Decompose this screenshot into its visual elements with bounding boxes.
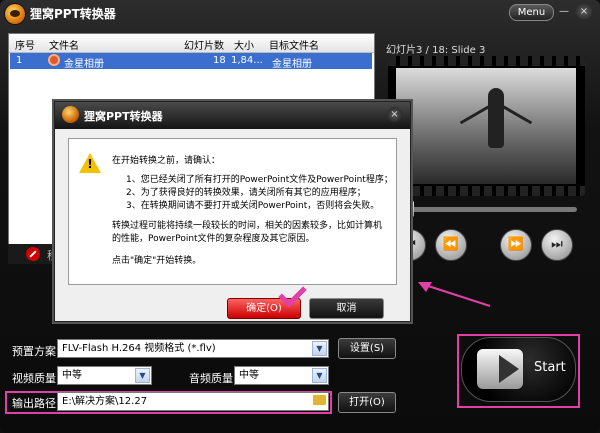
window-title: 狸窝PPT转换器 xyxy=(30,7,116,21)
warning-mark: ! xyxy=(87,157,93,171)
start-button[interactable]: Start xyxy=(461,337,576,402)
video-quality-select[interactable]: 中等 ▼ xyxy=(57,366,152,385)
last-slide-button[interactable]: ⏭ xyxy=(541,229,573,261)
start-label: Start xyxy=(534,360,566,375)
audio-quality-select[interactable]: 中等 ▼ xyxy=(234,366,329,385)
column-header-size[interactable]: 大小 xyxy=(234,37,254,52)
video-quality-value: 中等 xyxy=(62,370,82,381)
minimize-icon[interactable]: — xyxy=(556,4,572,19)
row-filename: 金星相册 xyxy=(64,59,104,70)
audio-quality-value: 中等 xyxy=(239,370,259,381)
previous-slide-button[interactable]: ⏪ xyxy=(435,229,467,261)
video-quality-label: 视频质量: xyxy=(12,372,60,385)
message-line: 2、为了获得良好的转换效果，请关闭所有其它的应用程序； xyxy=(126,188,366,198)
column-header-target[interactable]: 目标文件名 xyxy=(269,37,319,52)
row-target: 金星相册 xyxy=(272,59,312,70)
slide-image xyxy=(396,68,576,184)
menu-button[interactable]: Menu xyxy=(509,4,554,21)
ppt-file-icon xyxy=(48,54,60,66)
cancel-button[interactable]: 取消 xyxy=(309,298,384,319)
delete-icon[interactable] xyxy=(26,247,40,261)
title-bar: 狸窝PPT转换器 Menu — × xyxy=(0,0,600,28)
settings-button[interactable]: 设置(S) xyxy=(338,338,396,359)
folder-icon[interactable] xyxy=(313,395,326,405)
app-logo-icon xyxy=(62,106,79,123)
chevron-down-icon[interactable]: ▼ xyxy=(312,368,327,383)
open-folder-button[interactable]: 打开(O) xyxy=(338,392,396,413)
close-icon[interactable]: × xyxy=(387,107,402,122)
chevron-down-icon[interactable]: ▼ xyxy=(312,341,327,356)
message-line: 3、在转换期间请不要打开或关闭PowerPoint，否则将会失败。 xyxy=(126,201,380,211)
message-line: 点击"确定"开始转换。 xyxy=(112,256,202,266)
message-line: 在开始转换之前，请确认： xyxy=(112,156,221,166)
dialog-title-bar: 狸窝PPT转换器 × xyxy=(55,102,410,129)
table-row[interactable]: 1 金星相册 18 1,84... 金星相册 xyxy=(10,53,372,70)
dialog-title: 狸窝PPT转换器 xyxy=(84,110,163,123)
preset-value: FLV-Flash H.264 视频格式 (*.flv) xyxy=(62,343,216,354)
film-strip xyxy=(388,186,585,196)
message-line: 的性能，PowerPoint文件的复杂程度及其它原因。 xyxy=(112,234,315,244)
column-header-slides[interactable]: 幻灯片数 xyxy=(184,37,224,52)
row-size: 1,84... xyxy=(231,55,263,66)
output-path-value: E:\解决方案\12.27 xyxy=(62,396,148,407)
audio-quality-label: 音频质量: xyxy=(189,372,237,385)
preview-title: 幻灯片3 / 18: Slide 3 xyxy=(386,45,486,56)
output-path-field[interactable]: E:\解决方案\12.27 xyxy=(57,392,329,411)
annotation-arrow xyxy=(418,282,491,307)
preview-slider-track[interactable] xyxy=(399,207,577,212)
dancer-figure xyxy=(488,88,504,148)
message-line: 转换过程可能将持续一段较长的时间，相关的因素较多，比如计算机 xyxy=(112,221,383,231)
app-logo-icon xyxy=(5,4,25,24)
column-header-filename[interactable]: 文件名 xyxy=(49,37,79,52)
chevron-down-icon[interactable]: ▼ xyxy=(135,368,150,383)
slide-preview xyxy=(388,56,585,196)
table-header: 序号 文件名 幻灯片数 大小 目标文件名 xyxy=(9,34,374,53)
preset-label: 预置方案: xyxy=(12,345,60,358)
message-line: 1、您已经关闭了所有打开的PowerPoint文件及PowerPoint程序； xyxy=(126,175,393,185)
close-icon[interactable]: × xyxy=(576,4,592,19)
start-arrow-icon xyxy=(477,349,523,389)
output-path-label: 输出路径: xyxy=(12,397,60,410)
film-strip xyxy=(388,56,585,66)
dialog-message: ! 在开始转换之前，请确认： 1、您已经关闭了所有打开的PowerPoint文件… xyxy=(68,138,397,285)
next-slide-button[interactable]: ⏩ xyxy=(500,229,532,261)
confirm-dialog: 狸窝PPT转换器 × ! 在开始转换之前，请确认： 1、您已经关闭了所有打开的P… xyxy=(54,101,411,322)
preset-select[interactable]: FLV-Flash H.264 视频格式 (*.flv) ▼ xyxy=(57,339,329,358)
row-index: 1 xyxy=(16,55,23,66)
row-slides: 18 xyxy=(213,55,226,66)
column-header-index[interactable]: 序号 xyxy=(15,37,35,52)
